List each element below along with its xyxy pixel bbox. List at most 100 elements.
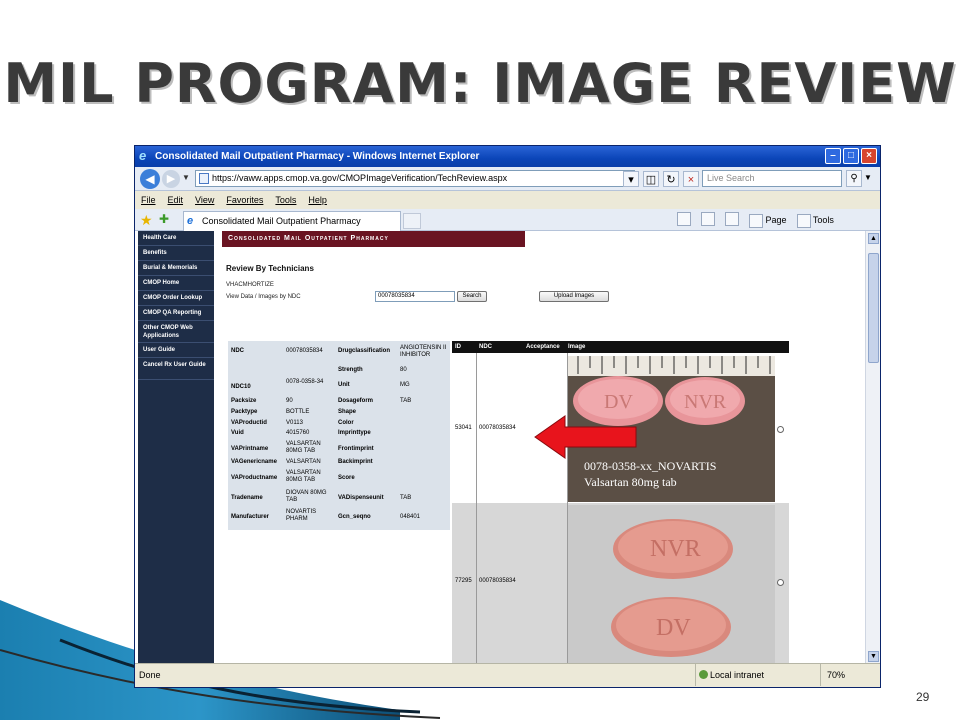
nav-cmop-qa-reporting[interactable]: CMOP QA Reporting bbox=[138, 306, 214, 321]
ndc-input[interactable]: 00078035834 bbox=[375, 291, 455, 302]
detail-value: TAB bbox=[400, 398, 412, 404]
menu-help[interactable]: Help bbox=[308, 191, 327, 209]
red-arrow-icon bbox=[534, 415, 637, 459]
tab-label: Consolidated Mail Outpatient Pharmacy bbox=[202, 216, 361, 226]
refresh-icon[interactable]: ↻ bbox=[663, 171, 679, 187]
detail-key: Vuid bbox=[231, 430, 244, 436]
nav-cmop-home[interactable]: CMOP Home bbox=[138, 276, 214, 291]
detail-value: TAB bbox=[400, 495, 412, 501]
detail-key: NDC bbox=[231, 348, 244, 354]
gear-icon bbox=[796, 213, 811, 228]
nav-burial-memorials[interactable]: Burial & Memorials bbox=[138, 261, 214, 276]
nav-cancel-rx-user-guide[interactable]: Cancel Rx User Guide bbox=[138, 358, 214, 380]
print-icon[interactable] bbox=[725, 212, 739, 226]
header-acceptance: Acceptance bbox=[526, 344, 560, 350]
pill-imprint: NVR bbox=[684, 391, 727, 413]
pill-imprint: NVR bbox=[650, 536, 701, 562]
scroll-thumb[interactable] bbox=[868, 253, 879, 363]
history-dropdown-icon[interactable]: ▼ bbox=[182, 173, 190, 182]
detail-key: Gcn_seqno bbox=[338, 514, 371, 520]
scroll-up-icon[interactable]: ▲ bbox=[868, 233, 879, 244]
page-heading: Review By Technicians bbox=[226, 264, 314, 273]
menu-bar: File Edit View Favorites Tools Help bbox=[135, 191, 880, 209]
page-content: Health Care Benefits Burial & Memorials … bbox=[135, 231, 865, 664]
detail-value: DIOVAN 80MG TAB bbox=[286, 490, 327, 503]
nav-benefits[interactable]: Benefits bbox=[138, 246, 214, 261]
detail-key: Imprinttype bbox=[338, 430, 371, 436]
menu-favorites[interactable]: Favorites bbox=[226, 191, 263, 209]
window-titlebar: e Consolidated Mail Outpatient Pharmacy … bbox=[135, 146, 880, 167]
page-menu[interactable]: Page bbox=[749, 212, 787, 228]
row-ndc: 00078035834 bbox=[479, 578, 516, 584]
search-icon[interactable]: ⚲ bbox=[846, 170, 862, 187]
detail-key: Color bbox=[338, 420, 354, 426]
detail-key: VAGenericname bbox=[231, 459, 277, 465]
favorites-star-icon[interactable]: ★ bbox=[140, 212, 153, 229]
tools-menu-label: Tools bbox=[812, 215, 834, 225]
detail-key: Drugclassification bbox=[338, 348, 391, 354]
detail-value: 0078-0358-34 bbox=[286, 379, 324, 385]
live-search-input[interactable]: Live Search bbox=[702, 170, 842, 187]
nav-health-care[interactable]: Health Care bbox=[138, 231, 214, 246]
search-button[interactable]: Search bbox=[457, 291, 487, 302]
feeds-icon[interactable] bbox=[701, 212, 715, 226]
close-button[interactable]: × bbox=[861, 148, 877, 164]
url-input[interactable]: https://vaww.apps.cmop.va.gov/CMOPImageV… bbox=[195, 170, 635, 187]
detail-value: ANGIOTENSIN II INHIBITOR bbox=[400, 345, 447, 358]
menu-tools[interactable]: Tools bbox=[275, 191, 296, 209]
detail-key: Packsize bbox=[231, 398, 257, 404]
address-dropdown-icon[interactable]: ▾ bbox=[623, 171, 639, 187]
detail-key: VAPrintname bbox=[231, 446, 269, 452]
forward-arrow-icon[interactable]: ▶ bbox=[162, 170, 180, 188]
status-text: Done bbox=[139, 670, 161, 680]
home-icon[interactable] bbox=[677, 212, 691, 226]
detail-value: VALSARTAN bbox=[286, 459, 321, 465]
minimize-button[interactable]: – bbox=[825, 148, 841, 164]
detail-key: Strength bbox=[338, 367, 363, 373]
stop-icon[interactable]: × bbox=[683, 171, 699, 187]
slide: MIL PROGRAM: IMAGE REVIEW e Consolidated… bbox=[0, 0, 960, 720]
tab-ie-icon: e bbox=[187, 215, 194, 227]
select-radio[interactable] bbox=[777, 579, 784, 586]
select-radio[interactable] bbox=[777, 426, 784, 433]
url-text: https://vaww.apps.cmop.va.gov/CMOPImageV… bbox=[212, 173, 508, 183]
upload-images-button[interactable]: Upload Images bbox=[539, 291, 609, 302]
detail-key: VADispenseunit bbox=[338, 495, 384, 501]
detail-key: Shape bbox=[338, 409, 357, 415]
side-navigation: Health Care Benefits Burial & Memorials … bbox=[138, 231, 214, 664]
detail-value: V0113 bbox=[286, 420, 303, 426]
menu-file[interactable]: File bbox=[141, 191, 156, 209]
new-tab-button[interactable] bbox=[403, 213, 421, 229]
search-options-icon[interactable]: ▼ bbox=[864, 173, 872, 182]
user-name: VHACMHORTIZE bbox=[226, 282, 274, 288]
detail-value: 90 bbox=[286, 398, 293, 404]
page-menu-label: Page bbox=[765, 215, 787, 225]
page-banner: Consolidated Mail Outpatient Pharmacy bbox=[222, 231, 525, 247]
nav-other-cmop-apps[interactable]: Other CMOP Web Applications bbox=[138, 321, 214, 343]
vertical-scrollbar[interactable]: ▲ ▼ bbox=[865, 231, 880, 664]
photo-caption-line-2: Valsartan 80mg tab bbox=[584, 475, 677, 489]
back-arrow-icon[interactable]: ◀ bbox=[140, 169, 160, 189]
tab-cmop[interactable]: e Consolidated Mail Outpatient Pharmacy bbox=[183, 211, 401, 231]
add-favorite-icon[interactable]: ✚ bbox=[159, 212, 169, 226]
zoom-level[interactable]: 70% bbox=[820, 664, 880, 686]
window-title: Consolidated Mail Outpatient Pharmacy - … bbox=[155, 151, 480, 162]
photo-caption-line-1: 0078-0358-xx_NOVARTIS bbox=[584, 459, 717, 473]
maximize-button[interactable]: □ bbox=[843, 148, 859, 164]
menu-edit[interactable]: Edit bbox=[168, 191, 184, 209]
detail-value: MG bbox=[400, 382, 410, 388]
column-divider bbox=[476, 353, 477, 664]
pill-photo-2-graphic: NVR DV bbox=[568, 505, 775, 664]
detail-key: VAProductid bbox=[231, 420, 267, 426]
detail-value: 00078035834 bbox=[286, 348, 323, 354]
nav-user-guide[interactable]: User Guide bbox=[138, 343, 214, 358]
detail-key: Unit bbox=[338, 382, 350, 388]
lock-icon[interactable]: ◫ bbox=[643, 171, 659, 187]
menu-view[interactable]: View bbox=[195, 191, 214, 209]
detail-value: 048401 bbox=[400, 514, 421, 520]
nav-cmop-order-lookup[interactable]: CMOP Order Lookup bbox=[138, 291, 214, 306]
scroll-down-icon[interactable]: ▼ bbox=[868, 651, 879, 662]
pill-imprint: DV bbox=[604, 391, 633, 413]
tools-menu[interactable]: Tools bbox=[796, 212, 834, 228]
status-bar: Done Local intranet 70% bbox=[135, 663, 880, 687]
